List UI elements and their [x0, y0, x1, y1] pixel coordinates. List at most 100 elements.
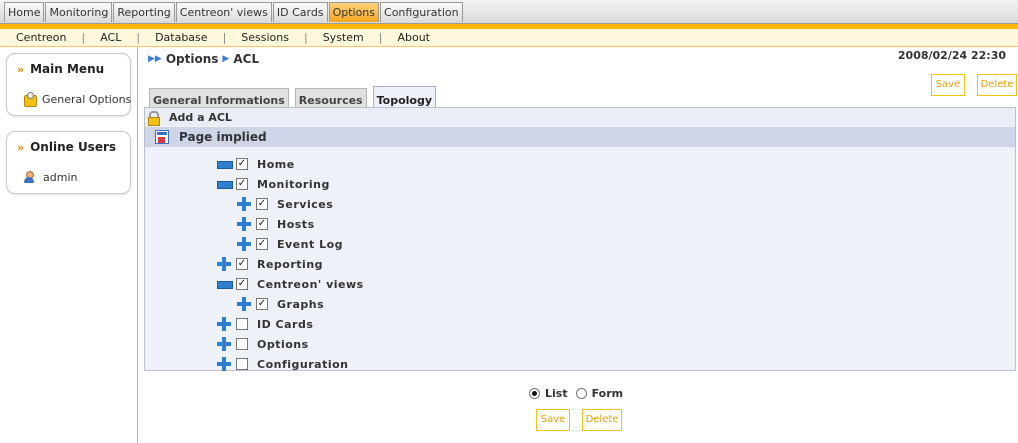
form-label: Form — [591, 387, 624, 400]
chevron-right-icon: » — [17, 141, 25, 154]
top-tab-centreon-views[interactable]: Centreon' views — [175, 2, 272, 22]
top-nav-filler — [464, 2, 1018, 23]
delete-button-bottom[interactable]: Delete — [582, 409, 622, 431]
double-arrow-icon: ▶▶ — [148, 54, 162, 64]
tree-label: Configuration — [257, 357, 349, 371]
subnav-centreon[interactable]: Centreon — [16, 31, 66, 44]
acl-form-panel: Add a ACL Page implied ✓ Home ✓ Monitori… — [144, 107, 1016, 371]
tree-row-monitoring: ✓ Monitoring — [217, 174, 330, 194]
list-label: List — [545, 387, 568, 400]
top-tab-reporting[interactable]: Reporting — [113, 2, 175, 22]
tree-label: Hosts — [277, 217, 315, 231]
expand-icon[interactable] — [217, 337, 231, 351]
online-user-admin[interactable]: admin — [23, 171, 77, 184]
main-menu-title: » Main Menu — [17, 62, 104, 76]
checkbox-event-log[interactable]: ✓ — [256, 238, 268, 250]
top-tab-options[interactable]: Options — [328, 2, 380, 22]
main-menu-title-text: Main Menu — [30, 62, 105, 76]
tree-label: Centreon' views — [257, 277, 364, 291]
tree-label: Services — [277, 197, 334, 211]
save-button-bottom[interactable]: Save — [536, 409, 570, 431]
subnav-separator: | — [81, 31, 86, 44]
expand-icon[interactable] — [237, 197, 251, 211]
subnav-separator: | — [222, 31, 227, 44]
top-navigation: Home Monitoring Reporting Centreon' view… — [0, 0, 1018, 24]
expand-icon[interactable] — [217, 257, 231, 271]
subnav-database[interactable]: Database — [155, 31, 208, 44]
collapse-icon[interactable] — [217, 157, 233, 171]
checkbox-services[interactable]: ✓ — [256, 198, 268, 210]
tree-row-event-log: ✓ Event Log — [237, 234, 343, 254]
online-user-label: admin — [43, 171, 78, 184]
tree-label: Graphs — [277, 297, 325, 311]
list-radio[interactable] — [529, 388, 540, 399]
sidebar-item-label: General Options — [42, 92, 132, 106]
form-radio[interactable] — [575, 388, 587, 399]
checkbox-configuration[interactable] — [236, 358, 248, 370]
top-tab-configuration[interactable]: Configuration — [380, 2, 463, 22]
current-datetime: 2008/02/24 22:30 — [897, 49, 1006, 62]
subnav-system[interactable]: System — [323, 31, 364, 44]
panel-subheader-text: Page implied — [179, 130, 267, 144]
breadcrumb: ▶▶ Options ▶ ACL — [148, 52, 259, 66]
tree-row-services: ✓ Services — [237, 194, 333, 214]
save-button[interactable]: Save — [931, 74, 965, 96]
delete-button[interactable]: Delete — [977, 74, 1017, 96]
top-tab-id-cards[interactable]: ID Cards — [272, 2, 328, 22]
tree-row-home: ✓ Home — [217, 154, 295, 174]
subnav-sessions[interactable]: Sessions — [241, 31, 289, 44]
checkbox-id-cards[interactable] — [236, 318, 248, 330]
checkbox-monitoring[interactable]: ✓ — [236, 178, 248, 190]
expand-icon[interactable] — [237, 217, 251, 231]
tree-row-id-cards: ID Cards — [217, 314, 313, 334]
panel-header-text: Add a ACL — [169, 110, 232, 124]
collapse-icon[interactable] — [217, 277, 233, 291]
expand-icon[interactable] — [217, 357, 231, 371]
main-menu-box: » Main Menu General Options — [6, 53, 131, 116]
tree-row-hosts: ✓ Hosts — [237, 214, 315, 234]
tree-row-configuration: Configuration — [217, 354, 349, 374]
subnav-acl[interactable]: ACL — [100, 31, 121, 44]
tree-row-options: Options — [217, 334, 309, 354]
tree-label: Home — [257, 157, 295, 171]
checkbox-home[interactable]: ✓ — [236, 158, 248, 170]
collapse-icon[interactable] — [217, 177, 233, 191]
tree-row-reporting: ✓ Reporting — [217, 254, 323, 274]
online-users-box: » Online Users admin — [6, 131, 131, 194]
subnav-separator: | — [136, 31, 141, 44]
subnav-about[interactable]: About — [397, 31, 430, 44]
checkbox-centreon-views[interactable]: ✓ — [236, 278, 248, 290]
checkbox-graphs[interactable]: ✓ — [256, 298, 268, 310]
checkbox-hosts[interactable]: ✓ — [256, 218, 268, 230]
top-tab-home[interactable]: Home — [4, 2, 45, 22]
expand-icon[interactable] — [217, 317, 231, 331]
breadcrumb-acl[interactable]: ACL — [233, 52, 259, 66]
top-tab-monitoring[interactable]: Monitoring — [45, 2, 113, 22]
tree-label: Event Log — [277, 237, 344, 251]
checkbox-options[interactable] — [236, 338, 248, 350]
breadcrumb-options[interactable]: Options — [166, 52, 219, 66]
subnav-separator: | — [378, 31, 383, 44]
sidebar: » Main Menu General Options » Online Users… — [0, 47, 138, 443]
arrow-right-icon: ▶ — [222, 54, 230, 64]
options-icon — [23, 92, 37, 107]
tree-label: Options — [257, 337, 309, 351]
tree-label: Monitoring — [257, 177, 330, 191]
chevron-right-icon: » — [17, 63, 25, 76]
expand-icon[interactable] — [237, 237, 251, 251]
checkbox-reporting[interactable]: ✓ — [236, 258, 248, 270]
lock-icon — [147, 110, 160, 126]
panel-subheader: Page implied — [145, 127, 1015, 147]
page-icon — [155, 130, 169, 144]
user-icon — [23, 171, 35, 184]
sub-navigation: Centreon | ACL | Database | Sessions | S… — [0, 29, 1018, 47]
online-users-title-text: Online Users — [30, 140, 117, 154]
subnav-separator: | — [303, 31, 308, 44]
tree-row-centreon-views: ✓ Centreon' views — [217, 274, 364, 294]
expand-icon[interactable] — [237, 297, 251, 311]
tree-label: ID Cards — [257, 317, 314, 331]
sidebar-item-general-options[interactable]: General Options — [23, 92, 132, 107]
view-mode-toggle: List Form — [529, 387, 623, 400]
tree-row-graphs: ✓ Graphs — [237, 294, 324, 314]
online-users-title: » Online Users — [17, 140, 116, 154]
